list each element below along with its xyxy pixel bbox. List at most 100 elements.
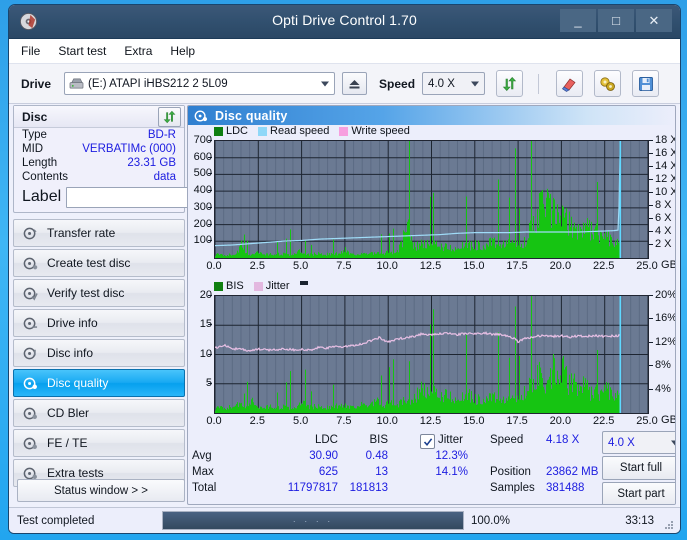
y-tick-mark xyxy=(208,354,212,355)
x-tick-label: 17.5 xyxy=(506,260,527,272)
legend-label: BIS xyxy=(226,280,244,292)
disc-fete-icon xyxy=(23,436,38,451)
chart-ldc-readspeed: LDC Read speed Write speed 1002003004005… xyxy=(188,125,676,280)
stats-avg-bis: 0.48 xyxy=(346,450,388,462)
legend-label: Read speed xyxy=(270,125,329,137)
y-axis-left-bottom: 5101520 xyxy=(188,295,212,412)
disc-test-icon xyxy=(23,226,38,241)
refresh-button[interactable] xyxy=(496,70,523,97)
close-button[interactable]: ✕ xyxy=(636,9,672,32)
disc-bler-icon xyxy=(23,406,38,421)
eject-icon xyxy=(348,78,361,90)
legend-swatch xyxy=(339,127,348,136)
stats-max-jitter: 14.1% xyxy=(420,466,468,478)
x-tick-label: 22.5 xyxy=(593,260,614,272)
sidebar-item-create-test-disc[interactable]: Create test disc xyxy=(13,249,185,277)
progress-dots: · · · · xyxy=(163,516,463,526)
erase-button[interactable] xyxy=(556,70,583,97)
legend-item-read-speed: Read speed xyxy=(258,125,329,137)
resize-grip-icon[interactable] xyxy=(664,520,674,530)
sidebar-item-cd-bler[interactable]: CD Bler xyxy=(13,399,185,427)
y-tick-mark xyxy=(649,218,653,219)
y-tick-mark xyxy=(649,295,653,296)
y-tick-mark xyxy=(649,205,653,206)
refresh-disc-button[interactable] xyxy=(158,107,181,127)
gears-icon xyxy=(599,76,616,92)
chevron-down-icon[interactable] xyxy=(471,81,479,86)
y-tick-label-right: 4% xyxy=(655,383,671,395)
plot-area-bottom xyxy=(214,295,649,414)
x-tick-label: 0.0 xyxy=(206,415,221,427)
sidebar-item-drive-info[interactable]: Drive info xyxy=(13,309,185,337)
sidebar-item-label: Drive info xyxy=(47,316,98,330)
stats-max-ldc: 625 xyxy=(296,466,338,478)
nav-list: Transfer rate Create test disc xyxy=(13,219,185,487)
chevron-down-icon[interactable] xyxy=(671,440,676,445)
x-tick-label: 7.5 xyxy=(336,415,351,427)
y-tick-mark xyxy=(208,173,212,174)
menu-item-help[interactable]: Help xyxy=(170,44,195,58)
eject-button[interactable] xyxy=(342,72,367,95)
settings-button[interactable] xyxy=(594,70,621,97)
disc-info-header: Disc xyxy=(14,106,184,128)
drive-select[interactable]: (E:) ATAPI iHBS212 2 5L09 xyxy=(64,72,335,95)
speed-select[interactable]: 4.0 X xyxy=(422,72,485,95)
sidebar-item-transfer-rate[interactable]: Transfer rate xyxy=(13,219,185,247)
disc-row-label: Label xyxy=(14,184,184,212)
menu-item-file[interactable]: File xyxy=(21,44,40,58)
sidebar-item-label: Verify test disc xyxy=(47,286,124,300)
sidebar-item-disc-quality[interactable]: Disc quality xyxy=(13,369,185,397)
disc-row-length: Length 23.31 GB xyxy=(14,156,184,170)
chevron-down-icon[interactable] xyxy=(321,81,329,86)
y-tick-mark xyxy=(649,179,653,180)
legend-swatch xyxy=(254,282,263,291)
save-icon xyxy=(638,76,654,92)
sidebar-item-fe-te[interactable]: FE / TE xyxy=(13,429,185,457)
sidebar-item-label: Extra tests xyxy=(47,466,104,480)
legend-swatch-extra xyxy=(300,281,308,285)
minimize-button[interactable]: _ xyxy=(560,9,596,32)
disc-value: data xyxy=(154,171,176,183)
disc-burn-icon xyxy=(23,256,38,271)
stats-col-ldc: LDC xyxy=(296,434,338,446)
menu-item-start-test[interactable]: Start test xyxy=(58,44,106,58)
maximize-button[interactable]: □ xyxy=(598,9,634,32)
speed-value: 4.0 X xyxy=(428,78,455,90)
main-body: Disc Type BD-R MID VERBATIMc (000) xyxy=(9,102,680,507)
app-window: Opti Drive Control 1.70 _ □ ✕ File Start… xyxy=(8,4,681,534)
disc-quality-icon xyxy=(23,376,38,391)
legend-item-bis: BIS xyxy=(214,280,244,292)
eraser-icon xyxy=(561,76,578,92)
stats-row-avg: Avg xyxy=(192,450,212,462)
menu-item-extra[interactable]: Extra xyxy=(124,44,152,58)
status-window-label: Status window > > xyxy=(54,485,148,497)
x-tick-label: 2.5 xyxy=(250,260,265,272)
menu-bar: File Start test Extra Help xyxy=(9,39,680,64)
legend-swatch xyxy=(214,127,223,136)
save-button[interactable] xyxy=(632,70,659,97)
x-tick-label: 17.5 xyxy=(506,415,527,427)
x-tick-label: 12.5 xyxy=(420,260,441,272)
x-tick-label: 15.0 xyxy=(463,260,484,272)
start-part-button[interactable]: Start part xyxy=(602,482,676,505)
y-tick-mark xyxy=(208,140,212,141)
jitter-checkbox[interactable] xyxy=(420,434,435,449)
drive-value: (E:) ATAPI iHBS212 2 5L09 xyxy=(88,78,228,90)
y-tick-label-right: 4 X xyxy=(655,225,672,237)
y-tick-mark xyxy=(649,192,653,193)
x-tick-label: 15.0 xyxy=(463,415,484,427)
x-tick-label: 20.0 xyxy=(550,415,571,427)
disc-value: BD-R xyxy=(148,129,176,141)
disc-info2-icon xyxy=(23,346,38,361)
sidebar-item-label: Transfer rate xyxy=(47,226,115,240)
sidebar-item-disc-info[interactable]: Disc info xyxy=(13,339,185,367)
sidebar-item-verify-test-disc[interactable]: Verify test disc xyxy=(13,279,185,307)
plot-area-top xyxy=(214,140,649,259)
sidebar-item-label: Disc info xyxy=(47,346,93,360)
stats-max-bis: 13 xyxy=(346,466,388,478)
status-window-button[interactable]: Status window > > xyxy=(17,479,185,502)
start-full-button[interactable]: Start full xyxy=(602,456,676,480)
speed-select-bottom[interactable]: 4.0 X xyxy=(602,431,676,454)
y-tick-mark xyxy=(208,240,212,241)
sidebar-item-label: CD Bler xyxy=(47,406,89,420)
